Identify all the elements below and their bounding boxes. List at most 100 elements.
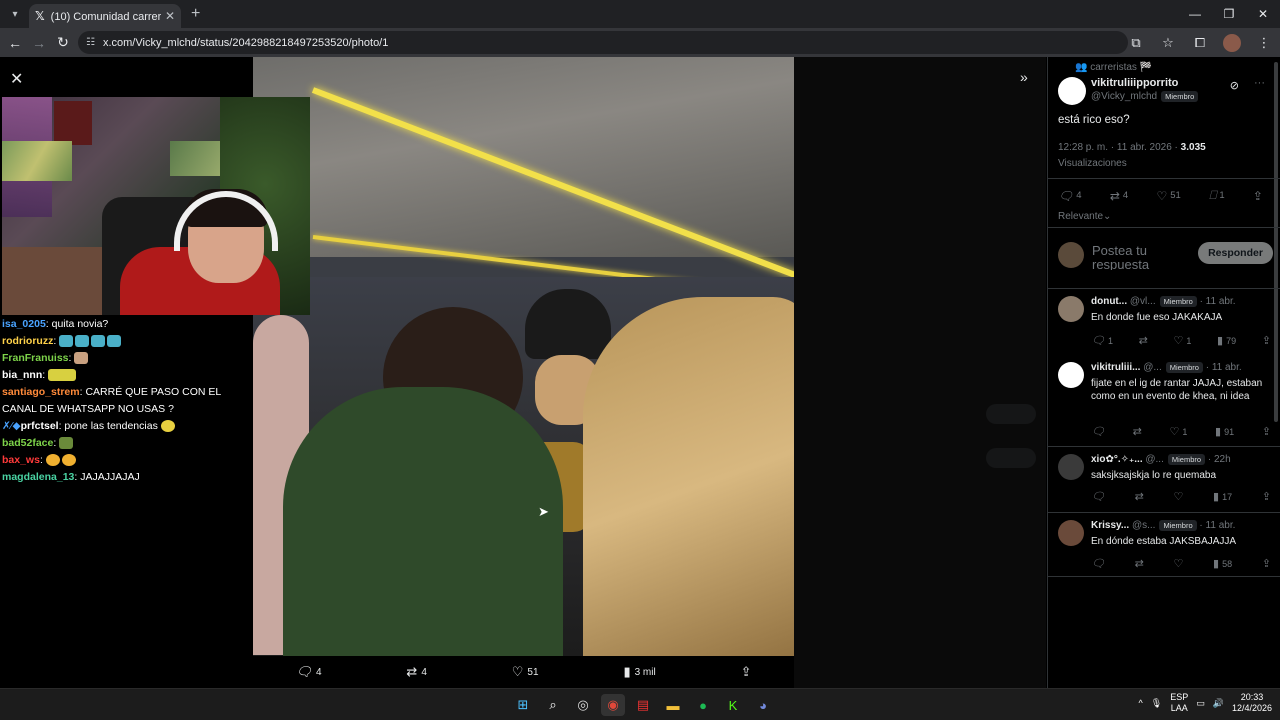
author-name[interactable]: vikitruliiipporrito [1091, 77, 1178, 89]
streamer-webcam [2, 97, 310, 315]
repost-button[interactable]: ⇄ 4 [1110, 188, 1128, 203]
dimmed-background [794, 57, 1046, 688]
share-button[interactable]: ⇪ [1262, 557, 1271, 570]
repost-button[interactable]: ⇄ [1135, 557, 1144, 570]
close-photo-icon[interactable]: ✕ [10, 69, 23, 89]
reply-item[interactable]: vikitruliii... @... Miembro · 11 abr. fij… [1058, 362, 1273, 442]
reply-item[interactable]: donut... @vl... Miembro · 11 abr. En dond… [1058, 296, 1273, 348]
profile-avatar[interactable] [1223, 33, 1241, 52]
mouse-cursor-icon: ➤ [538, 504, 549, 519]
kick-icon[interactable]: K [721, 694, 745, 716]
tab-close-icon[interactable]: ✕ [165, 9, 175, 23]
photo-reply-button[interactable]: 🗨 4 [295, 664, 321, 680]
views-button[interactable]: ▮ 17 [1213, 490, 1232, 503]
spotify-icon[interactable]: ● [691, 694, 715, 716]
author-avatar[interactable] [1058, 77, 1086, 105]
photo-views-button[interactable]: ▮ 3 mil [623, 664, 655, 680]
share-button[interactable]: ⇪ [1262, 425, 1271, 438]
like-button[interactable]: ♡ 1 [1170, 425, 1188, 438]
url-field[interactable]: ☷ x.com/Vicky_mlchd/status/2042988218497… [78, 31, 1128, 54]
new-tab-icon[interactable]: + [191, 5, 200, 23]
tray-chevron-icon[interactable]: ^ [1139, 698, 1143, 708]
taskbar-apps: ⊞ ⌕ ◎ ◉ ▤ ▬ ● K ◕ [511, 694, 775, 716]
repost-icon: ⇄ [1134, 558, 1144, 570]
bookmark-button[interactable]: ⎕ 1 [1209, 188, 1225, 203]
browser-menu-icon[interactable]: ⋮ [1248, 35, 1280, 51]
repost-button[interactable]: ⇄ [1135, 490, 1144, 503]
windows-start-icon[interactable]: ⊞ [511, 694, 535, 716]
reply-text: fijate en el ig de rantar JAJAJ, estaban… [1091, 378, 1263, 402]
expand-panel-icon[interactable]: » [1020, 69, 1028, 85]
bookmark-icon: ⎕ [1209, 188, 1217, 202]
window-close-icon[interactable]: ✕ [1246, 0, 1280, 28]
minimize-icon[interactable]: — [1178, 0, 1212, 28]
panel-scrollbar[interactable] [1274, 62, 1278, 422]
site-info-icon[interactable]: ☷ [86, 37, 95, 48]
reply-submit-button[interactable]: Responder [1198, 242, 1273, 264]
forward-icon[interactable]: → [27, 35, 51, 51]
dimmed-follow-button [986, 404, 1036, 424]
share-button[interactable]: ⇪ [1253, 188, 1263, 203]
post-text: está rico eso? [1058, 114, 1130, 126]
like-button[interactable]: ♡ [1174, 490, 1184, 503]
reply-button[interactable]: 🗨 4 [1058, 188, 1082, 203]
reload-icon[interactable]: ↻ [51, 34, 75, 51]
window-controls: — ❐ ✕ [1178, 0, 1280, 28]
microphone-icon[interactable]: 🎙 [1151, 698, 1162, 709]
volume-icon[interactable]: 🔊 [1213, 698, 1224, 709]
photo-ceiling [253, 57, 794, 257]
sort-dropdown[interactable]: Relevante⌄ [1058, 211, 1111, 222]
reply-input[interactable]: Postea tu respuesta [1092, 244, 1182, 270]
reply-item[interactable]: Krissy... @s... Miembro · 11 abr. En dónd… [1058, 520, 1273, 572]
extensions-icon[interactable]: ⧠ [1184, 35, 1216, 51]
post-author: vikitruliiipporrito @Vicky_mlchd Miembro … [1058, 77, 1273, 107]
post-photo[interactable] [253, 57, 794, 656]
reply-button[interactable]: 🗨 1 [1091, 334, 1113, 347]
chrome-icon[interactable]: ◉ [601, 694, 625, 716]
like-button[interactable]: ♡ [1174, 557, 1184, 570]
reply-avatar[interactable] [1058, 296, 1084, 322]
community-label[interactable]: 👥 carreristas 🏁 [1075, 62, 1152, 73]
views-button[interactable]: ▮ 58 [1213, 557, 1232, 570]
reply-button[interactable]: 🗨 [1091, 490, 1105, 503]
car-emote-icon [48, 369, 77, 382]
reply-button[interactable]: 🗨 [1091, 557, 1105, 570]
like-button[interactable]: ♡ 51 [1156, 188, 1180, 203]
grok-icon[interactable]: ⊘ [1230, 79, 1239, 92]
heart-icon: ♡ [1173, 558, 1184, 570]
reply-item[interactable]: xio✿°.✧₊... @... Miembro · 22h saksjksajs… [1058, 454, 1273, 506]
heart-icon: ♡ [1156, 188, 1168, 203]
tab-search-icon[interactable]: ▾ [3, 4, 27, 24]
network-icon[interactable]: ▭ [1196, 698, 1205, 709]
file-explorer-icon[interactable]: ▬ [661, 694, 685, 716]
photo-share-button[interactable]: ⇪ [741, 664, 752, 680]
photo-repost-button[interactable]: ⇄ 4 [406, 664, 426, 680]
clock[interactable]: 20:33 12/4/2026 [1232, 692, 1272, 714]
x-photo-view: ✕ » 🗨 4 ⇄ 4 ♡ 51 ▮ 3 mil ⇪ isa_0205: qui… [0, 57, 1280, 688]
member-badge: Miembro [1161, 91, 1199, 102]
more-options-icon[interactable]: ··· [1254, 77, 1265, 89]
share-button[interactable]: ⇪ [1262, 334, 1271, 347]
search-icon[interactable]: ⌕ [541, 694, 565, 716]
member-badge: Miembro [1165, 362, 1203, 373]
views-button[interactable]: ▮ 79 [1217, 334, 1236, 347]
discord-icon[interactable]: ◕ [751, 694, 775, 716]
reply-button[interactable]: 🗨 [1091, 425, 1105, 438]
news-app-icon[interactable]: ▤ [631, 694, 655, 716]
install-app-icon[interactable]: ⧉ [1120, 35, 1152, 51]
views-button[interactable]: ▮ 91 [1215, 425, 1234, 438]
reply-avatar[interactable] [1058, 520, 1084, 546]
browser-tab[interactable]: 𝕏 (10) Comunidad carreristas 🏁 ✕ [29, 4, 181, 28]
share-button[interactable]: ⇪ [1262, 490, 1271, 503]
bookmark-star-icon[interactable]: ☆ [1152, 35, 1184, 51]
like-button[interactable]: ♡ 1 [1173, 334, 1191, 347]
back-icon[interactable]: ← [3, 35, 27, 51]
repost-button[interactable]: ⇄ [1133, 425, 1142, 438]
reply-avatar[interactable] [1058, 362, 1084, 388]
reply-avatar[interactable] [1058, 454, 1084, 480]
copilot-icon[interactable]: ◎ [571, 694, 595, 716]
language-indicator[interactable]: ESP LAA [1170, 692, 1188, 714]
maximize-icon[interactable]: ❐ [1212, 0, 1246, 28]
repost-button[interactable]: ⇄ [1139, 334, 1148, 347]
photo-like-button[interactable]: ♡ 51 [512, 664, 539, 680]
